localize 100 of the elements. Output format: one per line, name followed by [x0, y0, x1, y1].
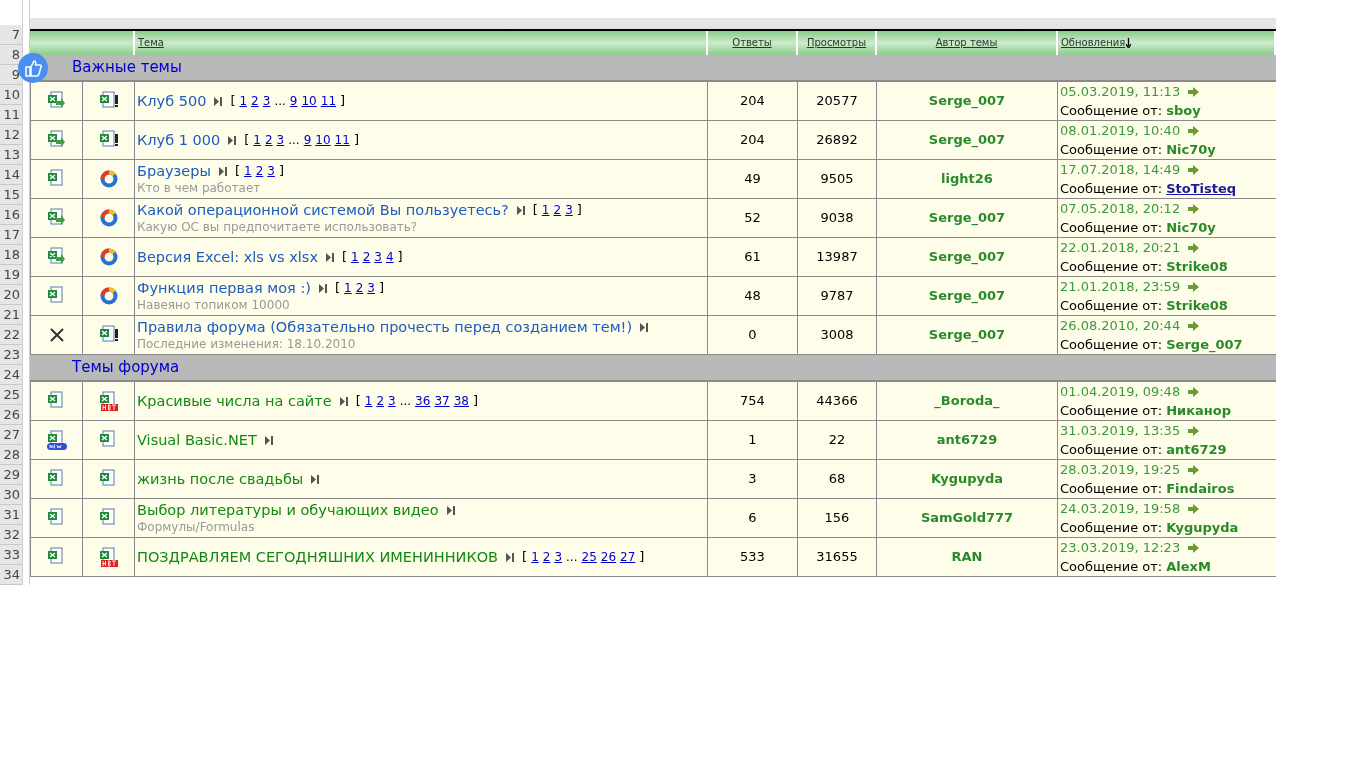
topic-title-link[interactable]: Клуб 1 000	[137, 130, 221, 150]
page-link[interactable]: 2	[542, 549, 551, 565]
row-number[interactable]: 21	[0, 305, 22, 325]
row-number[interactable]: 12	[0, 125, 22, 145]
row-number[interactable]: 11	[0, 105, 22, 125]
page-link[interactable]: 1	[351, 249, 359, 265]
page-link[interactable]: 1	[364, 393, 373, 409]
topic-title-link[interactable]: Клуб 500	[137, 91, 207, 111]
page-link[interactable]: 9	[303, 132, 312, 148]
row-number[interactable]: 19	[0, 265, 22, 285]
arrow-icon[interactable]	[1188, 425, 1200, 436]
page-link[interactable]: 1	[541, 203, 550, 218]
row-number[interactable]: 18	[0, 245, 22, 265]
arrow-icon[interactable]	[1188, 320, 1200, 331]
page-link[interactable]: 3	[554, 549, 563, 565]
arrow-icon[interactable]	[1188, 281, 1200, 292]
page-link[interactable]: 3	[388, 393, 396, 409]
topic-title-link[interactable]: Красивые числа на сайте	[137, 391, 332, 411]
row-number[interactable]: 31	[0, 505, 22, 525]
row-number[interactable]: 15	[0, 185, 22, 205]
page-link[interactable]: 38	[453, 393, 469, 409]
arrow-icon[interactable]	[1188, 542, 1200, 553]
arrow-icon[interactable]	[1188, 86, 1200, 97]
row-number[interactable]: 28	[0, 445, 22, 465]
page-link[interactable]: 26	[600, 549, 617, 565]
arrow-icon[interactable]	[1188, 164, 1200, 175]
row-number[interactable]: 27	[0, 425, 22, 445]
last-post-icon[interactable]	[218, 167, 227, 176]
topic-title-link[interactable]: Версия Excel: xls vs xlsx	[137, 247, 318, 267]
row-number[interactable]: 25	[0, 385, 22, 405]
arrow-icon[interactable]	[1188, 386, 1200, 397]
row-number[interactable]: 7	[0, 25, 22, 45]
page-link[interactable]: 3	[276, 132, 285, 148]
row-number[interactable]: 17	[0, 225, 22, 245]
last-poster-link[interactable]: sboy	[1166, 101, 1201, 120]
last-post-icon[interactable]	[214, 96, 223, 106]
thumbs-up-icon[interactable]	[18, 53, 48, 83]
row-number[interactable]: 24	[0, 365, 22, 385]
row-number[interactable]: 33	[0, 545, 22, 565]
last-poster-link[interactable]: Kygupyda	[1166, 518, 1239, 537]
topic-title-link[interactable]: жизнь после свадьбы	[137, 469, 304, 489]
row-number[interactable]: 10	[0, 85, 22, 105]
row-number[interactable]: 34	[0, 565, 22, 585]
row-number[interactable]: 20	[0, 285, 22, 305]
topic-title-link[interactable]: Правила форума (Обязательно прочесть перед созданием тем!)	[137, 318, 633, 337]
page-link[interactable]: 1	[531, 549, 539, 565]
arrow-icon[interactable]	[1188, 242, 1200, 253]
page-link[interactable]: 36	[415, 393, 431, 409]
last-poster-link[interactable]: AlexM	[1166, 557, 1211, 576]
last-post-icon[interactable]	[506, 552, 515, 562]
page-link[interactable]: 1	[253, 132, 261, 148]
last-poster-link[interactable]: Findairos	[1166, 479, 1235, 498]
page-link[interactable]: 3	[267, 164, 275, 179]
page-link[interactable]: 2	[255, 164, 264, 179]
row-number[interactable]: 22	[0, 325, 22, 345]
last-post-icon[interactable]	[311, 474, 320, 484]
topic-title-link[interactable]: Функция первая моя :)	[137, 279, 311, 298]
topic-title-link[interactable]: Браузеры	[137, 162, 211, 181]
last-post-icon[interactable]	[446, 506, 455, 515]
last-post-icon[interactable]	[264, 435, 273, 445]
column-header-link[interactable]: Автор темы	[935, 37, 998, 48]
last-post-icon[interactable]	[339, 396, 348, 406]
row-number[interactable]: 32	[0, 525, 22, 545]
page-link[interactable]: 25	[581, 549, 597, 565]
last-post-icon[interactable]	[228, 135, 237, 145]
page-link[interactable]: 2	[355, 281, 364, 296]
arrow-icon[interactable]	[1188, 203, 1200, 214]
last-poster-link[interactable]: Strike08	[1166, 257, 1228, 276]
topic-title-link[interactable]: Выбор литературы и обучающих видео	[137, 501, 439, 520]
page-link[interactable]: 10	[315, 132, 331, 148]
last-poster-link[interactable]: Никанор	[1166, 401, 1232, 420]
row-number[interactable]: 30	[0, 485, 22, 505]
page-link[interactable]: 2	[264, 132, 273, 148]
author-link[interactable]: light26	[941, 169, 993, 189]
page-link[interactable]: 2	[362, 249, 371, 265]
page-link[interactable]: 11	[334, 132, 350, 148]
page-link[interactable]: 2	[553, 203, 562, 218]
page-link[interactable]: 3	[367, 281, 375, 296]
arrow-icon[interactable]	[1188, 503, 1200, 514]
page-link[interactable]: 1	[244, 164, 252, 179]
page-link[interactable]: 27	[620, 549, 636, 565]
row-number[interactable]: 26	[0, 405, 22, 425]
row-number[interactable]: 8	[0, 45, 22, 65]
row-number[interactable]: 14	[0, 165, 22, 185]
author-link[interactable]: ant6729	[936, 430, 998, 450]
page-link[interactable]: 37	[434, 393, 450, 409]
last-post-icon[interactable]	[516, 206, 525, 215]
page-link[interactable]: 3	[374, 249, 382, 265]
last-poster-link[interactable]: Nic70y	[1166, 140, 1216, 159]
last-poster-link[interactable]: Serge_007	[1166, 335, 1243, 354]
page-link[interactable]: 1	[239, 93, 248, 109]
page-link[interactable]: 9	[289, 93, 298, 109]
last-post-icon[interactable]	[319, 284, 327, 293]
page-link[interactable]: 2	[251, 93, 259, 109]
page-link[interactable]: 2	[376, 393, 384, 409]
last-post-icon[interactable]	[640, 323, 649, 332]
last-poster-link[interactable]: ant6729	[1166, 440, 1227, 459]
last-poster-link[interactable]: Strike08	[1166, 296, 1228, 315]
sort-arrow-icon[interactable]	[1126, 38, 1132, 48]
row-number[interactable]: 29	[0, 465, 22, 485]
